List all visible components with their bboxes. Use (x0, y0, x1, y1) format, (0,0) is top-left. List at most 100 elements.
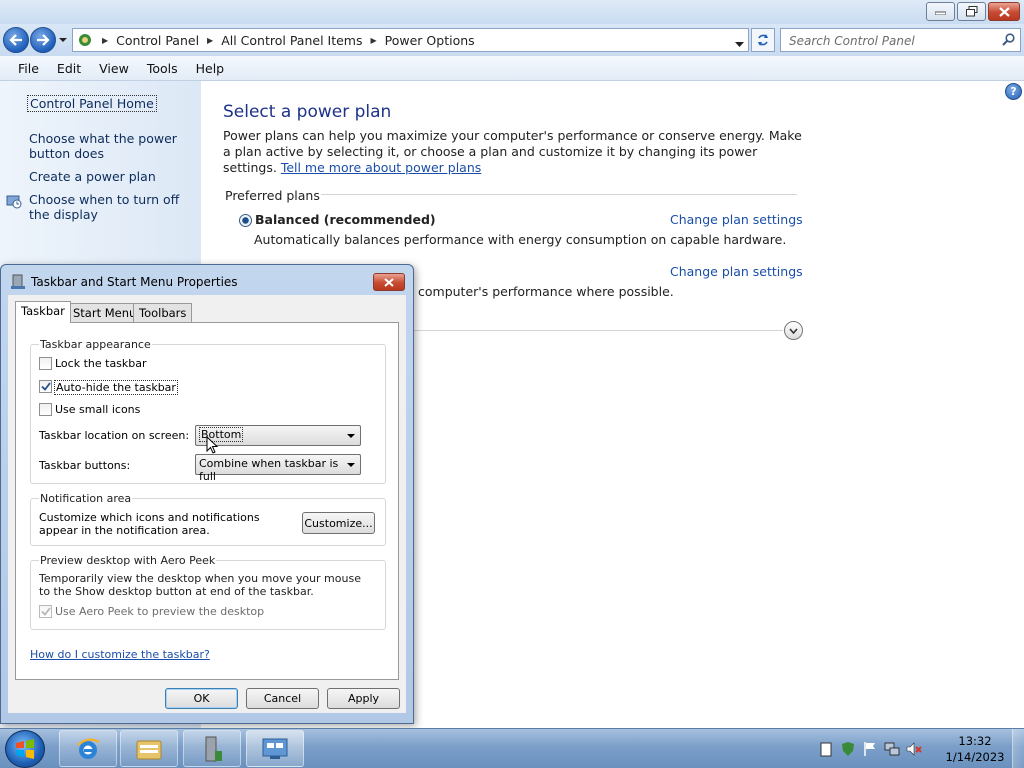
close-button[interactable] (988, 2, 1020, 21)
lock-taskbar-label[interactable]: Lock the taskbar (55, 357, 147, 370)
tab-toolbars[interactable]: Toolbars (133, 303, 193, 322)
taskbar-buttons-dropdown[interactable]: Combine when taskbar is full (195, 454, 361, 483)
restore-button[interactable] (957, 2, 986, 21)
ok-button[interactable]: OK (165, 688, 238, 709)
cancel-button[interactable]: Cancel (246, 688, 319, 709)
checkmark-icon (40, 607, 51, 616)
lock-taskbar-checkbox[interactable] (39, 357, 52, 370)
balanced-plan-description: Automatically balances performance with … (254, 232, 787, 247)
search-box[interactable] (780, 28, 1021, 52)
folder-icon (136, 740, 162, 759)
back-button[interactable] (3, 27, 29, 53)
aero-peek-text: Temporarily view the desktop when you mo… (39, 572, 361, 598)
taskbar-properties-icon (10, 274, 26, 293)
menu-edit[interactable]: Edit (57, 61, 81, 76)
auto-hide-label[interactable]: Auto-hide the taskbar (54, 380, 178, 395)
security-shield-icon[interactable] (840, 741, 856, 757)
breadcrumb-control-panel[interactable]: Control Panel (116, 33, 199, 48)
breadcrumb-separator: ▶ (102, 35, 109, 45)
tab-start-menu[interactable]: Start Menu (67, 303, 143, 322)
balanced-plan-name[interactable]: Balanced (recommended) (255, 212, 436, 227)
change-plan-settings-link[interactable]: Change plan settings (670, 264, 803, 279)
help-icon[interactable]: ? (1005, 83, 1022, 100)
group-title: Taskbar appearance (39, 338, 152, 351)
display-clock-icon (6, 193, 22, 212)
auto-hide-checkbox[interactable] (39, 380, 52, 393)
back-arrow-icon (9, 34, 22, 46)
menu-file[interactable]: File (18, 61, 39, 76)
breadcrumb-separator: ▶ (207, 35, 214, 45)
control-panel-home-link[interactable]: Control Panel Home (27, 95, 157, 112)
refresh-icon (758, 34, 768, 46)
control-panel-icon (262, 738, 288, 759)
create-power-plan-link[interactable]: Create a power plan (29, 169, 156, 184)
page-title: Select a power plan (223, 102, 392, 122)
breadcrumb-all-items[interactable]: All Control Panel Items (221, 33, 362, 48)
volume-muted-icon[interactable] (906, 741, 922, 757)
balanced-plan-radio[interactable] (239, 214, 252, 227)
dropdown-arrow-icon (347, 463, 355, 467)
minimize-icon (935, 11, 946, 15)
minimize-button[interactable] (926, 2, 955, 21)
forward-button[interactable] (30, 27, 56, 53)
chevron-down-icon (59, 38, 67, 42)
clock-date: 1/14/2023 (945, 750, 1005, 764)
aero-peek-label[interactable]: Use Aero Peek to preview the desktop (55, 605, 264, 618)
tab-taskbar[interactable]: Taskbar (15, 301, 71, 323)
breadcrumb-power-options[interactable]: Power Options (385, 33, 475, 48)
taskbar-control-panel[interactable] (246, 730, 304, 767)
taskbar-internet-explorer[interactable] (59, 730, 117, 767)
show-additional-plans-button[interactable] (784, 321, 803, 340)
server-icon (205, 736, 222, 761)
small-icons-label[interactable]: Use small icons (55, 403, 140, 416)
start-button[interactable] (5, 730, 45, 768)
dialog-close-button[interactable] (373, 273, 405, 291)
refresh-button[interactable] (751, 28, 775, 52)
taskbar-appearance-group: Taskbar appearance Lock the taskbar Auto… (30, 338, 386, 484)
internet-explorer-icon (77, 738, 100, 759)
apply-button[interactable]: Apply (327, 688, 400, 709)
dropdown-arrow-icon (347, 434, 355, 438)
network-icon[interactable] (884, 741, 900, 757)
clipboard-tray-icon[interactable] (818, 741, 834, 757)
restore-icon (965, 6, 977, 17)
taskbar-server-manager[interactable] (183, 730, 241, 767)
notification-area-text: Customize which icons and notifications … (39, 511, 260, 537)
search-input[interactable] (789, 33, 994, 48)
intro-text: Power plans can help you maximize your c… (223, 128, 803, 176)
address-bar[interactable]: ▶ Control Panel ▶ All Control Panel Item… (72, 28, 749, 52)
aero-peek-checkbox[interactable] (39, 605, 52, 618)
show-desktop-button[interactable] (1012, 729, 1024, 768)
title-bar (0, 0, 1024, 24)
second-plan-description: computer's performance where possible. (418, 284, 674, 299)
address-dropdown-icon[interactable] (735, 36, 744, 51)
group-title: Notification area (39, 492, 133, 505)
dropdown-value: Combine when taskbar is full (199, 457, 339, 483)
action-center-flag-icon[interactable] (862, 741, 878, 757)
group-title: Preview desktop with Aero Peek (39, 554, 217, 567)
close-icon (998, 6, 1010, 17)
small-icons-checkbox[interactable] (39, 403, 52, 416)
breadcrumb-separator: ▶ (370, 35, 377, 45)
taskbar-location-label: Taskbar location on screen: (39, 429, 190, 442)
taskbar-buttons-label: Taskbar buttons: (39, 459, 131, 472)
divider (413, 330, 783, 331)
power-button-link[interactable]: Choose what the power button does (29, 131, 199, 161)
taskbar-clock[interactable]: 13:32 1/14/2023 (944, 733, 1006, 765)
turn-off-display-link[interactable]: Choose when to turn off the display (29, 192, 189, 222)
customize-help-link[interactable]: How do I customize the taskbar? (30, 648, 210, 661)
forward-arrow-icon (37, 34, 50, 46)
menu-tools[interactable]: Tools (147, 61, 178, 76)
search-icon[interactable] (1002, 33, 1015, 49)
menu-help[interactable]: Help (196, 61, 225, 76)
taskbar-file-explorer[interactable] (120, 730, 178, 767)
customize-button[interactable]: Customize... (302, 512, 375, 534)
menu-view[interactable]: View (99, 61, 129, 76)
dialog-body: Taskbar Start Menu Toolbars Taskbar appe… (8, 295, 406, 713)
tell-me-more-link[interactable]: Tell me more about power plans (281, 160, 481, 175)
change-plan-settings-link[interactable]: Change plan settings (670, 212, 803, 227)
clock-time: 13:32 (958, 734, 992, 748)
windows-logo-icon (16, 739, 34, 759)
taskbar-properties-dialog: Taskbar and Start Menu Properties Taskba… (0, 264, 414, 724)
recent-pages-button[interactable] (58, 33, 68, 47)
